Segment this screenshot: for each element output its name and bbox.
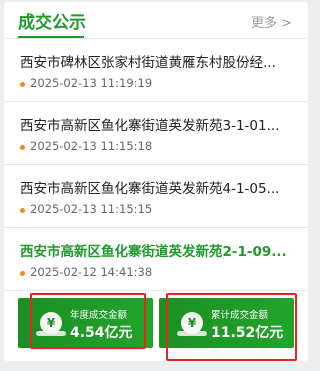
more-link[interactable]: 更多 > — [251, 12, 292, 31]
list-item[interactable]: 西安市高新区鱼化寨街道英发新苑4-1-05... 2025-02-13 11:1… — [4, 165, 308, 228]
bullet-dot-icon — [20, 82, 25, 87]
item-time: 2025-02-13 11:19:19 — [30, 76, 153, 90]
panel-title: 成交公示 — [18, 13, 86, 33]
item-title[interactable]: 西安市高新区鱼化寨街道英发新苑2-1-09... — [20, 240, 298, 260]
list-item[interactable]: 西安市碑林区张家村街道黄雁东村股份经... 2025-02-13 11:19:1… — [4, 39, 308, 102]
bullet-dot-icon — [20, 145, 25, 150]
list-item[interactable]: 西安市高新区鱼化寨街道英发新苑3-1-01... 2025-02-13 11:1… — [4, 102, 308, 165]
list-item[interactable]: 西安市高新区鱼化寨街道英发新苑2-1-09... 2025-02-12 14:4… — [4, 228, 308, 291]
bullet-dot-icon — [20, 208, 25, 213]
item-time: 2025-02-12 14:41:38 — [30, 265, 153, 279]
item-time: 2025-02-13 11:15:15 — [30, 202, 153, 216]
bullet-dot-icon — [20, 271, 25, 276]
announcement-list: 西安市碑林区张家村街道黄雁东村股份经... 2025-02-13 11:19:1… — [4, 39, 308, 291]
title-underline — [18, 36, 84, 38]
highlight-box — [30, 293, 146, 349]
item-time: 2025-02-13 11:15:18 — [30, 139, 153, 153]
item-title[interactable]: 西安市碑林区张家村街道黄雁东村股份经... — [20, 51, 298, 71]
item-title[interactable]: 西安市高新区鱼化寨街道英发新苑4-1-05... — [20, 177, 298, 197]
panel-header: 成交公示 更多 > — [4, 2, 308, 39]
highlight-box — [166, 293, 297, 361]
item-title[interactable]: 西安市高新区鱼化寨街道英发新苑3-1-01... — [20, 114, 298, 134]
